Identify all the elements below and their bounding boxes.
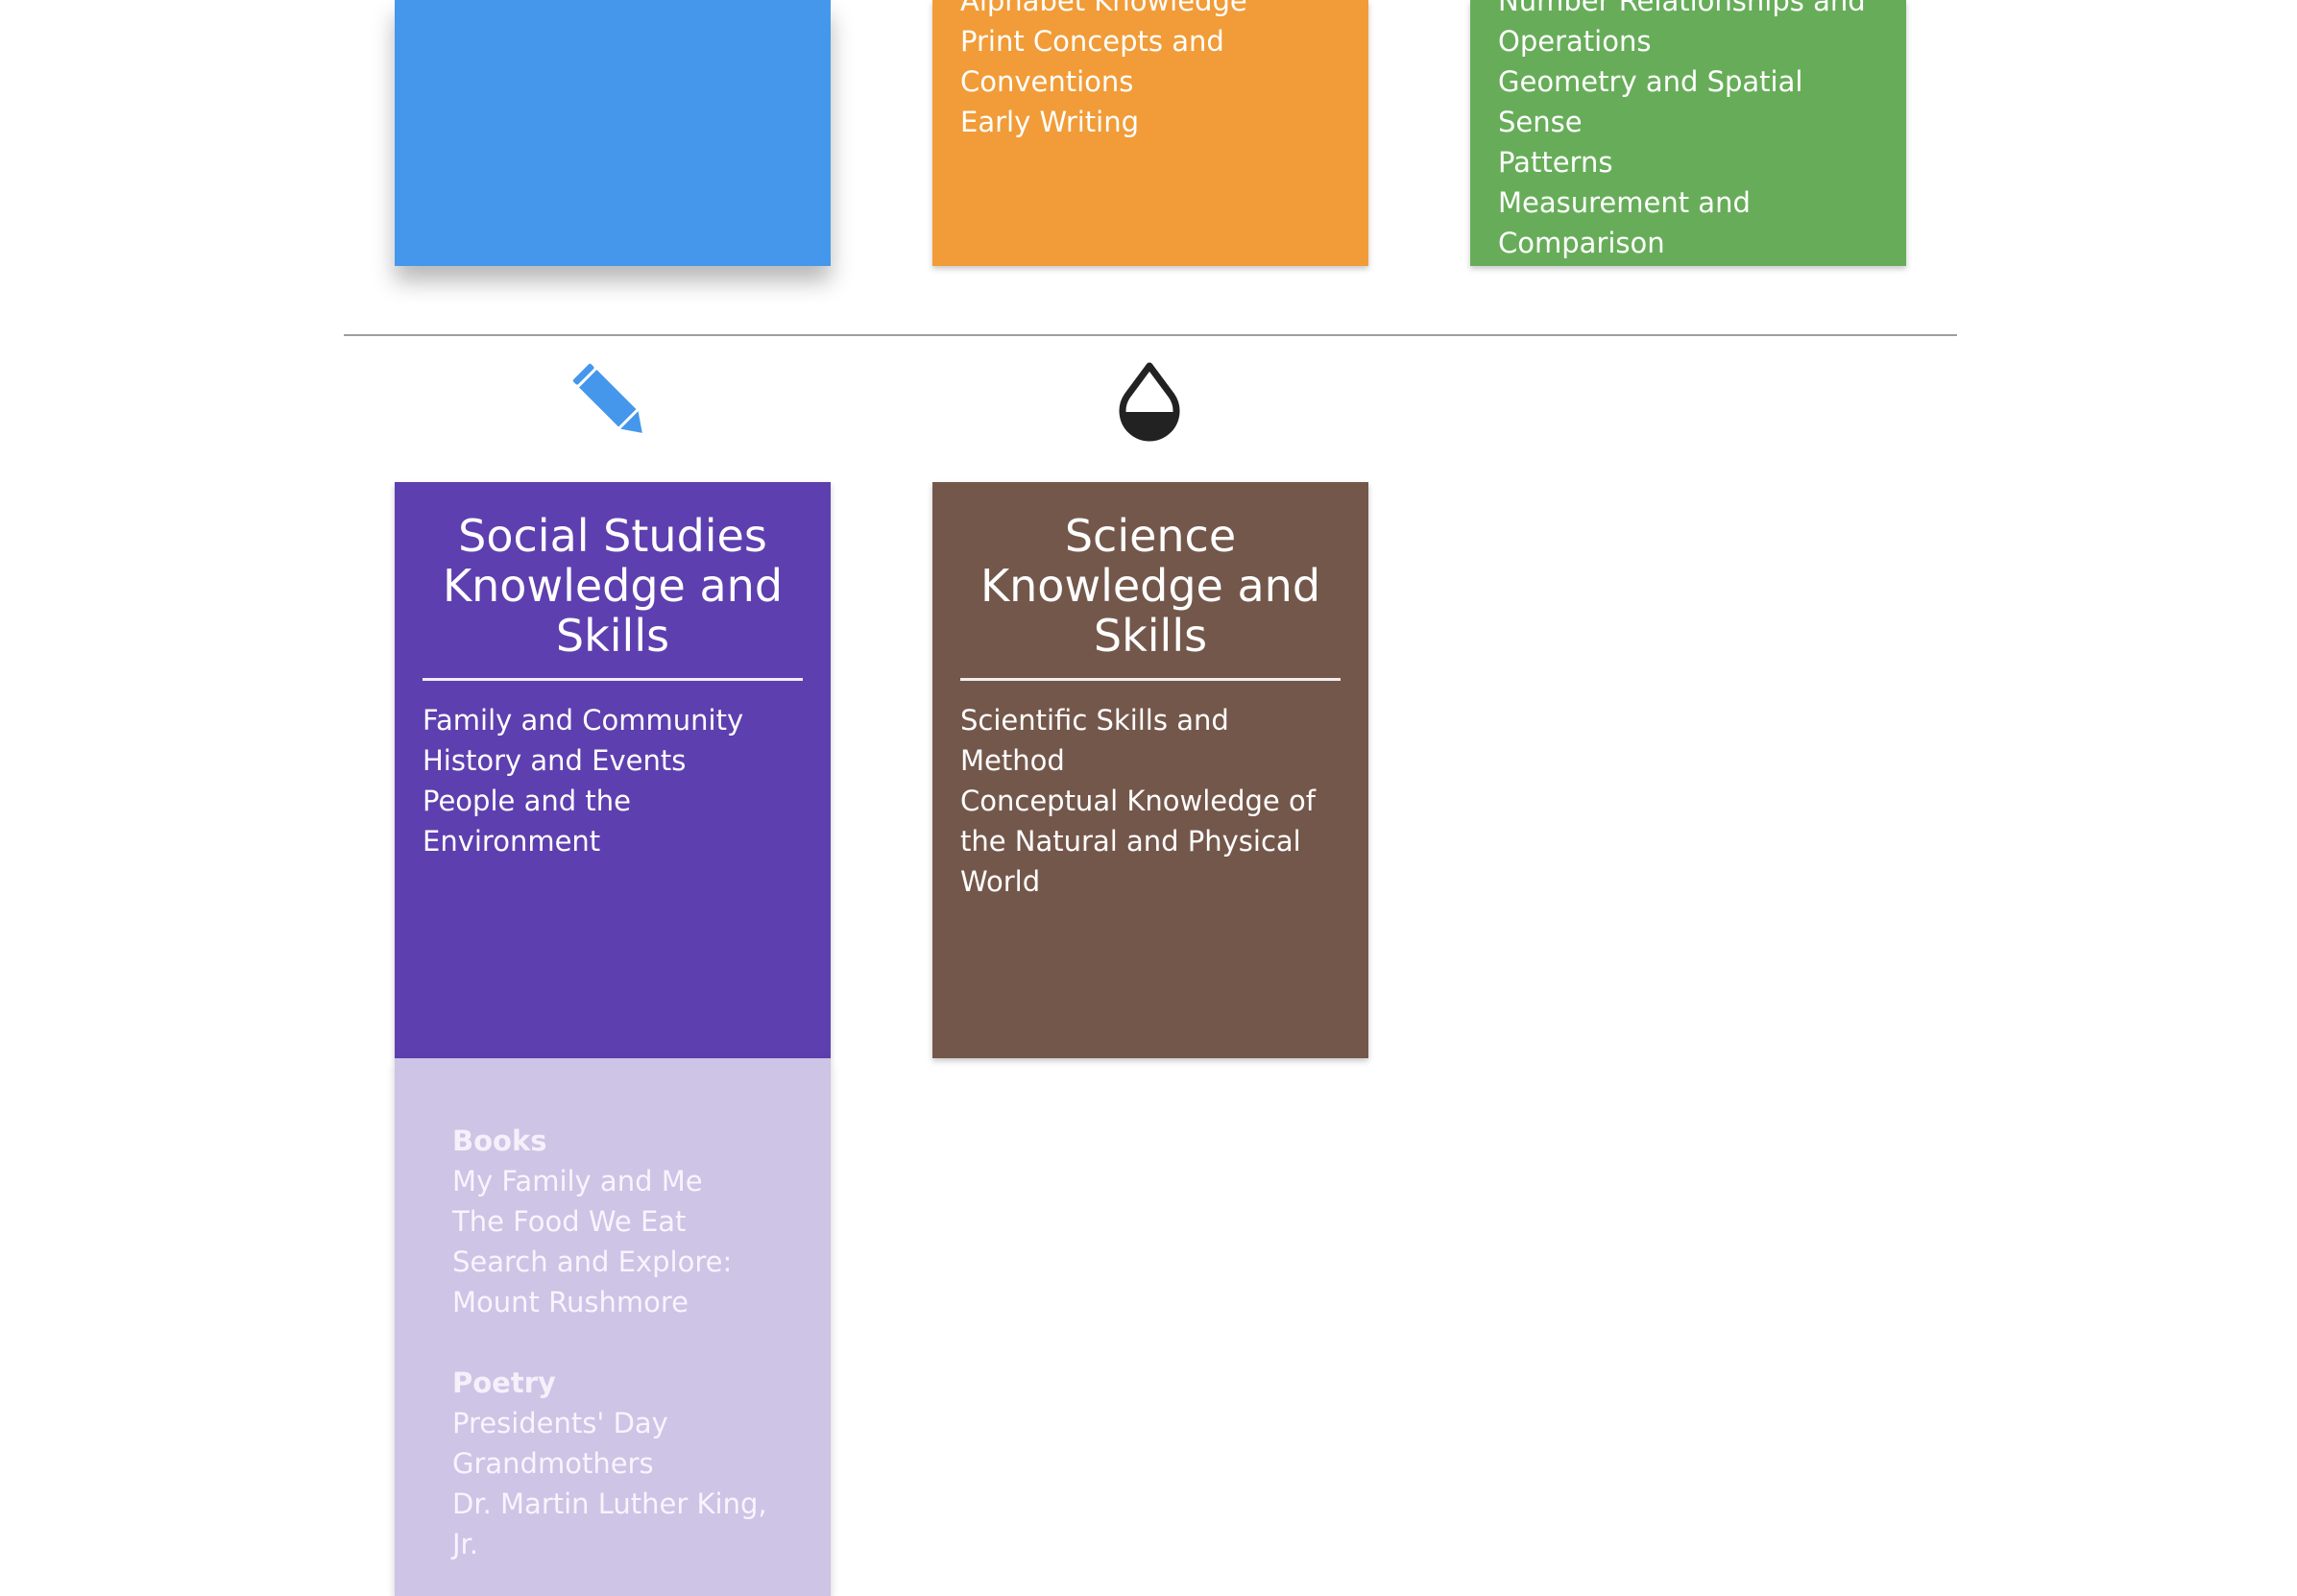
half-drop-icon [1106,359,1193,446]
skill-item: Measurement and Comparison [1498,186,1751,259]
subject-card-social-studies[interactable]: Social Studies Knowledge and Skills Fami… [395,482,831,1058]
skill-item: Geometry and Spatial Sense [1498,65,1803,138]
resource-heading: Poetry [452,1366,556,1399]
skill-item: Scientific Skills and Method [960,704,1229,777]
skill-item: People and the Environment [423,785,631,858]
subject-title: Social Studies Knowledge and Skills [442,510,784,662]
resource-group-books: Books My Family and Me The Food We Eat S… [452,1121,773,1322]
resource-list: My Family and Me The Food We Eat Search … [452,1161,773,1322]
skill-item: Early Writing [960,106,1140,138]
title-divider [960,678,1341,681]
section-divider [344,334,1957,336]
subject-title: Science Knowledge and Skills [979,510,1321,662]
skill-item: Patterns [1498,146,1613,179]
skill-item: Alphabet Knowledge [960,0,1247,17]
subject-skill-list: Scientific Skills and Method Conceptual … [960,700,1341,902]
skill-item: Print Concepts and Conventions [960,25,1224,98]
subject-skill-list: Family and Community History and Events … [423,700,803,861]
resource-link[interactable]: Search and Explore: Mount Rushmore [452,1242,773,1322]
resources-panel: Books My Family and Me The Food We Eat S… [395,1058,831,1596]
skill-item: Number Relationships and Operations [1498,0,1866,58]
pencil-icon [568,359,655,446]
skill-item: Conceptual Knowledge of the Natural and … [960,785,1316,898]
resource-group-poetry: Poetry Presidents' Day Grandmothers Dr. … [452,1363,773,1564]
resource-link[interactable]: Grandmothers [452,1443,773,1484]
domain-card-math[interactable]: Number Relationships and Operations Geom… [1470,0,1906,266]
title-divider [423,678,803,681]
domain-skill-list: Number Relationships and Operations Geom… [1498,0,1885,263]
resource-heading: Books [452,1124,547,1157]
subject-card-science[interactable]: Science Knowledge and Skills Scientific … [932,482,1368,1058]
domain-card-literacy[interactable]: Alphabet Knowledge Print Concepts and Co… [932,0,1368,266]
skill-item: History and Events [423,744,687,777]
resource-link[interactable]: Presidents' Day [452,1403,773,1443]
resource-link[interactable]: The Food We Eat [452,1201,773,1242]
skill-item: Family and Community [423,704,744,737]
resource-link[interactable]: My Family and Me [452,1161,773,1201]
domain-card-blue[interactable] [395,0,831,266]
resource-list: Presidents' Day Grandmothers Dr. Martin … [452,1403,773,1564]
domain-skill-list: Alphabet Knowledge Print Concepts and Co… [960,0,1347,142]
resource-link[interactable]: Dr. Martin Luther King, Jr. [452,1484,773,1564]
